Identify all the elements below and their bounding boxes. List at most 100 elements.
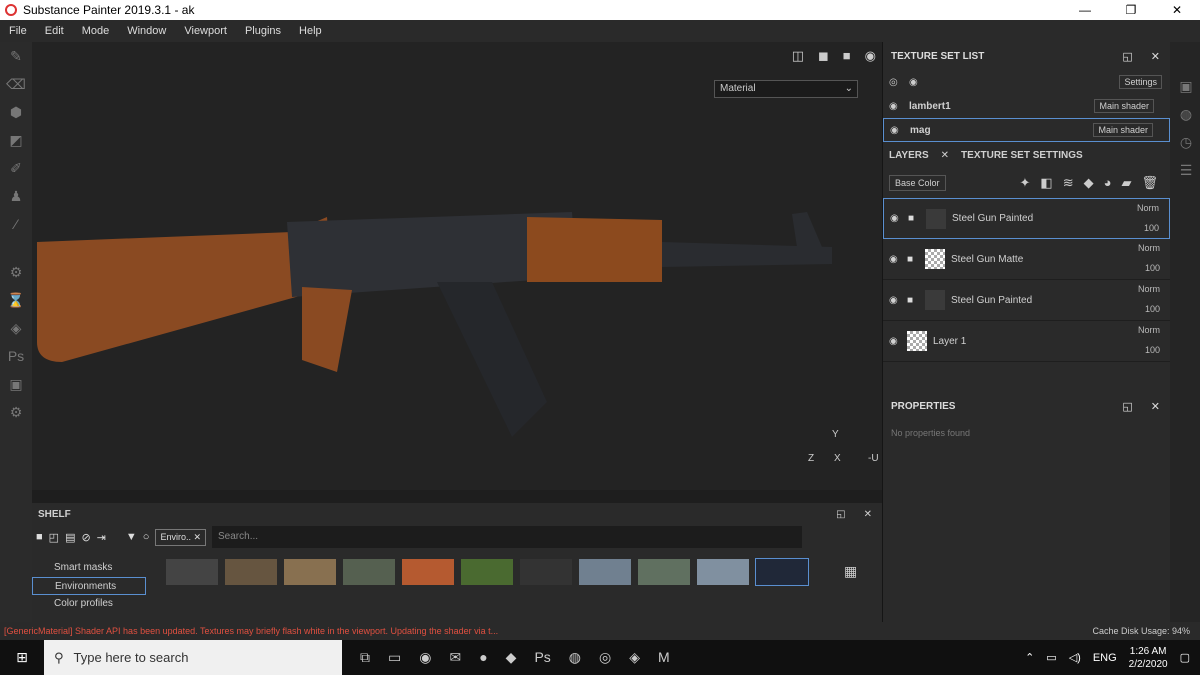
- environment-thumbnail[interactable]: [225, 559, 277, 585]
- blend-mode-select[interactable]: Norm: [1138, 325, 1160, 335]
- environment-thumbnail[interactable]: [697, 559, 749, 585]
- opacity-select[interactable]: 100: [1144, 223, 1159, 233]
- layer-row[interactable]: ◉ Layer 1 Norm 100: [883, 321, 1170, 362]
- polygon-fill-icon[interactable]: ◩: [0, 126, 32, 154]
- photoshop-taskbar-icon[interactable]: Ps: [534, 649, 550, 666]
- hourglass-icon[interactable]: ⌛: [0, 286, 32, 314]
- close-icon[interactable]: ✕: [1154, 0, 1200, 20]
- photoshop-icon[interactable]: Ps: [0, 342, 32, 370]
- 3d-viewport[interactable]: ◫ ◼ ■ ◉ Material ⌄ Y Z X -U: [32, 42, 882, 490]
- environment-thumbnail[interactable]: [284, 559, 336, 585]
- plugin-gear-icon[interactable]: ⚙: [0, 398, 32, 426]
- task-view-icon[interactable]: ⧉: [360, 649, 370, 666]
- history-icon[interactable]: ◷: [1170, 128, 1200, 156]
- environment-thumbnail[interactable]: [461, 559, 513, 585]
- environment-thumbnail[interactable]: [755, 558, 809, 586]
- maya-icon[interactable]: M: [658, 649, 670, 666]
- league-icon[interactable]: ◆: [506, 649, 517, 666]
- add-layer-icon[interactable]: ≋: [1063, 175, 1074, 191]
- smudge-icon[interactable]: ✐: [0, 154, 32, 182]
- network-icon[interactable]: ▭: [1046, 651, 1056, 664]
- environment-thumbnail[interactable]: [343, 559, 395, 585]
- close-panel-icon[interactable]: ✕: [864, 509, 872, 520]
- settings-gear-icon[interactable]: ⚙: [0, 258, 32, 286]
- volume-icon[interactable]: ◁): [1069, 651, 1081, 664]
- eye-settings-icon[interactable]: ◎: [889, 77, 909, 88]
- restore-icon[interactable]: ❐: [1108, 0, 1154, 20]
- undock-icon[interactable]: ◱: [1122, 400, 1132, 413]
- environment-thumbnail[interactable]: [166, 559, 218, 585]
- taskbar-search-input[interactable]: ⚲ Type here to search: [44, 640, 342, 675]
- steam-icon[interactable]: ◍: [569, 649, 581, 666]
- brush-icon[interactable]: ✎: [0, 42, 32, 70]
- menu-viewport[interactable]: Viewport: [175, 25, 236, 37]
- menu-help[interactable]: Help: [290, 25, 331, 37]
- chrome-icon[interactable]: ◉: [419, 649, 431, 666]
- spotify-icon[interactable]: ●: [479, 649, 487, 666]
- texture-set-row[interactable]: ◉ lambert1 Main shader: [883, 94, 1170, 118]
- bake-icon[interactable]: ◈: [0, 314, 32, 342]
- shader-select[interactable]: Main shader: [1094, 99, 1154, 113]
- picker-icon[interactable]: ⁄: [0, 210, 32, 238]
- environment-filter-tag[interactable]: Enviro.. ✕: [155, 528, 207, 546]
- add-fill-icon[interactable]: ◆: [1084, 175, 1094, 191]
- channel-select[interactable]: Base Color: [889, 175, 946, 191]
- environment-thumbnail[interactable]: [520, 559, 572, 585]
- layer-row[interactable]: ◉ ■ Steel Gun Matte Norm 100: [883, 239, 1170, 280]
- effects-wand-icon[interactable]: ✦: [1020, 175, 1031, 191]
- blend-mode-select[interactable]: Norm: [1137, 203, 1159, 213]
- category-environments[interactable]: Environments: [32, 577, 146, 595]
- layer-row[interactable]: ◉ ■ Steel Gun Painted Norm 100: [883, 280, 1170, 321]
- shader-select[interactable]: Main shader: [1093, 123, 1153, 137]
- texture-set-row[interactable]: ◉ mag Main shader: [883, 118, 1170, 142]
- close-tab-icon[interactable]: ✕: [941, 150, 949, 161]
- new-item-icon[interactable]: ◰: [49, 531, 59, 544]
- layer-row[interactable]: ◉ ■ Steel Gun Painted Norm 100: [883, 198, 1170, 239]
- windows-start-icon[interactable]: ⊞: [0, 649, 44, 666]
- folder-icon[interactable]: ■: [36, 531, 43, 543]
- category-color-profiles[interactable]: Color profiles: [32, 595, 146, 613]
- visibility-eye-icon[interactable]: ◉: [889, 295, 907, 306]
- eraser-icon[interactable]: ⌫: [0, 70, 32, 98]
- file-explorer-icon[interactable]: ▭: [388, 649, 401, 666]
- opacity-select[interactable]: 100: [1145, 304, 1160, 314]
- undock-icon[interactable]: ◱: [836, 509, 845, 520]
- hide-icon[interactable]: ⊘: [81, 531, 90, 544]
- visibility-eye-icon[interactable]: ◉: [889, 101, 909, 112]
- visibility-eye-icon[interactable]: ◉: [889, 254, 907, 265]
- visibility-eye-icon[interactable]: ◉: [889, 336, 907, 347]
- close-panel-icon[interactable]: ✕: [1151, 400, 1160, 413]
- add-mask-icon[interactable]: ◧: [1040, 175, 1052, 191]
- menu-window[interactable]: Window: [118, 25, 175, 37]
- settings-dropdown[interactable]: Settings: [1119, 75, 1162, 89]
- undock-icon[interactable]: ◱: [1122, 50, 1132, 63]
- mail-icon[interactable]: ✉: [449, 649, 461, 666]
- shader-settings-icon[interactable]: ◍: [1170, 100, 1200, 128]
- tab-texture-set-settings[interactable]: TEXTURE SET SETTINGS: [961, 150, 1083, 161]
- circle-filter-icon[interactable]: ○: [143, 531, 150, 543]
- blend-mode-select[interactable]: Norm: [1138, 243, 1160, 253]
- database-icon[interactable]: ▤: [65, 531, 75, 544]
- blend-mode-select[interactable]: Norm: [1138, 284, 1160, 294]
- add-folder-icon[interactable]: ▰: [1121, 175, 1131, 191]
- import-icon[interactable]: ⇥: [97, 531, 106, 544]
- delete-trash-icon[interactable]: 🗑: [1141, 175, 1158, 191]
- close-panel-icon[interactable]: ✕: [1151, 50, 1160, 63]
- chevron-up-icon[interactable]: ⌃: [1025, 651, 1034, 664]
- visibility-eye-icon[interactable]: ◉: [890, 213, 908, 224]
- menu-plugins[interactable]: Plugins: [236, 25, 290, 37]
- notification-icon[interactable]: ▢: [1180, 651, 1190, 664]
- environment-thumbnail[interactable]: [402, 559, 454, 585]
- menu-file[interactable]: File: [0, 25, 36, 37]
- add-smart-material-icon[interactable]: ◕: [1104, 175, 1112, 191]
- export-icon[interactable]: ▣: [0, 370, 32, 398]
- minimize-icon[interactable]: —: [1062, 0, 1108, 20]
- substance-painter-taskbar-icon[interactable]: ◈: [629, 649, 640, 666]
- filter-icon[interactable]: ▼: [126, 531, 137, 543]
- language-indicator[interactable]: ENG: [1093, 652, 1117, 664]
- shelf-search-input[interactable]: Search...: [212, 526, 803, 548]
- tab-layers[interactable]: LAYERS: [889, 150, 929, 161]
- clock[interactable]: 1:26 AM 2/2/2020: [1129, 645, 1168, 671]
- environment-thumbnail[interactable]: [638, 559, 690, 585]
- environment-thumbnail[interactable]: [579, 559, 631, 585]
